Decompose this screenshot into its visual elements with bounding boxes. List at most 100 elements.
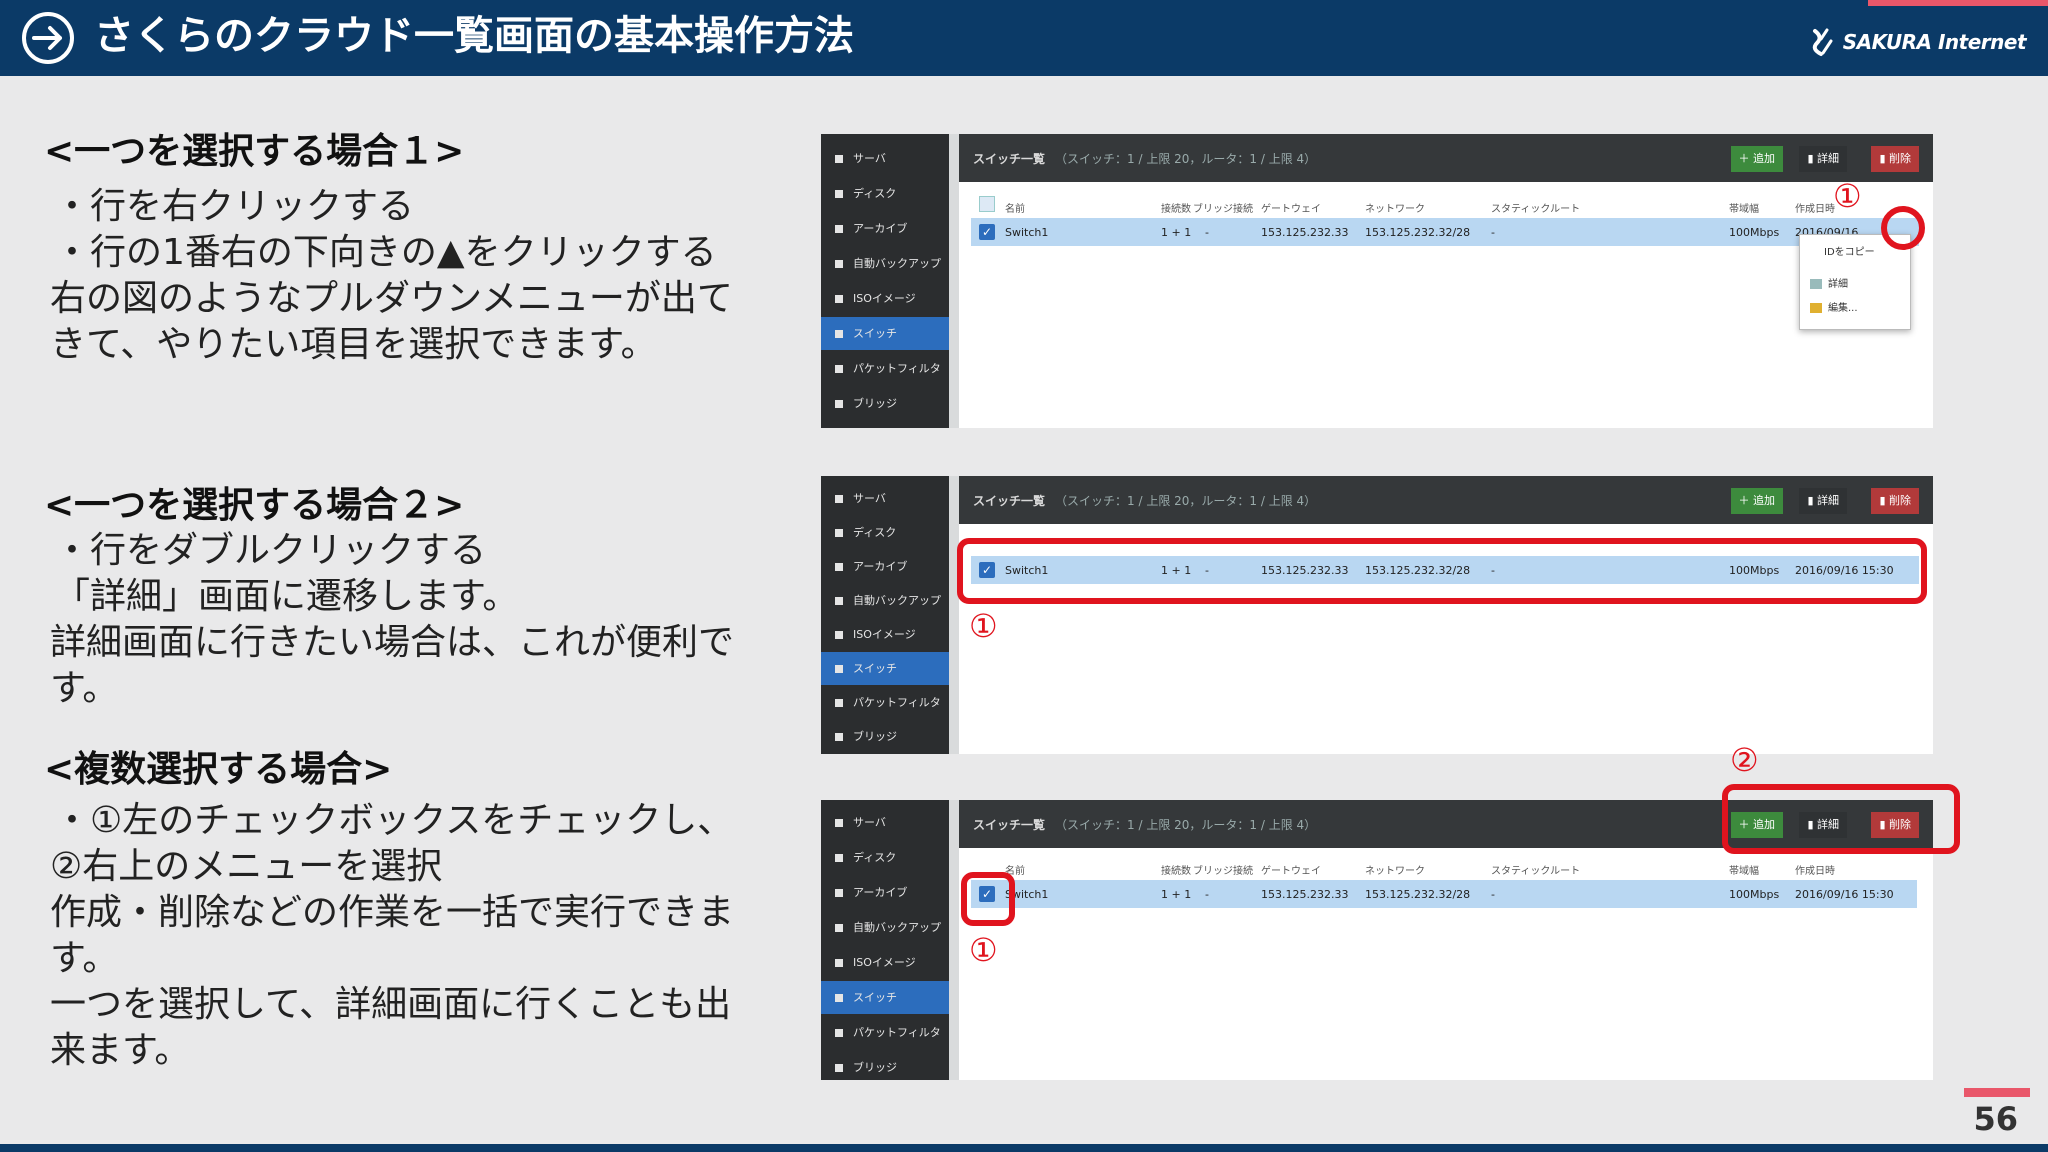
sidebar-item-packetfilter[interactable]: パケットフィルタ: [821, 352, 949, 385]
footer-bar: [0, 1144, 2048, 1152]
cell-bridge: -: [1205, 888, 1209, 901]
body-line: 「詳細」画面に遷移します。: [54, 576, 519, 617]
body-line: 一つを選択して、詳細画面に行くことも出: [50, 984, 732, 1025]
sidebar-item-archive[interactable]: アーカイブ: [821, 876, 949, 909]
section-heading-2: <一つを選択する場合２>: [44, 485, 465, 526]
cell-gateway: 153.125.232.33: [1261, 888, 1349, 901]
body-line: す。: [50, 938, 119, 979]
marker-1: ①: [969, 607, 998, 645]
cell-static-route: -: [1491, 226, 1495, 239]
body-line: ・行の1番右の下向きの▲をクリックする: [54, 232, 717, 273]
cell-network: 153.125.232.32/28: [1365, 226, 1471, 239]
page-number-accent: [1964, 1088, 2030, 1097]
sidebar-item-iso[interactable]: ISOイメージ: [821, 282, 949, 315]
body-line: ・①左のチェックボックスをチェックし、: [54, 800, 734, 841]
column-header-static-route[interactable]: スタティックルート: [1491, 200, 1580, 215]
sidebar-item-server[interactable]: サーバ: [821, 806, 949, 839]
sidebar-item-disk[interactable]: ディスク: [821, 516, 949, 549]
cell-connections: 1 + 1: [1161, 226, 1192, 239]
detail-icon: [1810, 279, 1822, 289]
detail-button[interactable]: ▮ 詳細: [1799, 488, 1847, 514]
column-header-bandwidth[interactable]: 帯域幅: [1729, 862, 1759, 877]
column-header-bridge[interactable]: ブリッジ接続: [1193, 200, 1253, 215]
highlight-menu-buttons: [1722, 784, 1960, 854]
delete-button[interactable]: ▮ 削除: [1871, 146, 1919, 172]
sidebar-divider: [949, 476, 959, 754]
cell-name: Switch1: [1005, 226, 1049, 239]
list-toolbar: スイッチ一覧 （スイッチ：1 / 上限 20，ルータ：1 / 上限 4） ＋ 追加…: [959, 134, 1933, 182]
menu-item-copy-id[interactable]: IDをコピー: [1824, 243, 1875, 258]
column-header-created[interactable]: 作成日時: [1795, 862, 1835, 877]
column-header-created[interactable]: 作成日時: [1795, 200, 1835, 215]
highlight-row: [957, 538, 1927, 604]
table-row[interactable]: ✓ Switch1 1 + 1 - 153.125.232.33 153.125…: [971, 218, 1919, 246]
sidebar-item-archive[interactable]: アーカイブ: [821, 212, 949, 245]
menu-item-edit[interactable]: 編集...: [1810, 299, 1858, 314]
column-header-gateway[interactable]: ゲートウェイ: [1261, 862, 1321, 877]
screenshot-context-menu: サーバ ディスク アーカイブ 自動バックアップ ISOイメージ スイッチ パケッ…: [821, 134, 1933, 428]
cell-bridge: -: [1205, 226, 1209, 239]
table-row[interactable]: ✓ Switch1 1 + 1 - 153.125.232.33 153.125…: [971, 880, 1917, 908]
add-button[interactable]: ＋ 追加: [1730, 146, 1783, 172]
cell-connections: 1 + 1: [1161, 888, 1192, 901]
screenshot-double-click: サーバ ディスク アーカイブ 自動バックアップ ISOイメージ スイッチ パケッ…: [821, 476, 1933, 754]
column-header-network[interactable]: ネットワーク: [1365, 200, 1425, 215]
column-header-name[interactable]: 名前: [1005, 200, 1025, 215]
marker-1: ①: [969, 931, 998, 969]
column-header-bandwidth[interactable]: 帯域幅: [1729, 200, 1759, 215]
highlight-dropdown-arrow: [1881, 206, 1925, 250]
sidebar-item-archive[interactable]: アーカイブ: [821, 550, 949, 583]
sidebar-item-packetfilter[interactable]: パケットフィルタ: [821, 1016, 949, 1049]
section-body-3: ・①左のチェックボックスをチェックし、 ②右上のメニューを選択 作成・削除などの…: [50, 798, 794, 1074]
cell-bandwidth: 100Mbps: [1729, 888, 1780, 901]
arrow-circle-icon: [22, 12, 74, 64]
body-line: きて、やりたい項目を選択できます。: [50, 324, 657, 365]
marker-2: ②: [1730, 741, 1759, 779]
body-line: 作成・削除などの作業を一括で実行できま: [50, 892, 735, 933]
delete-button[interactable]: ▮ 削除: [1871, 488, 1919, 514]
body-line: 右の図のようなプルダウンメニューが出て: [50, 278, 733, 319]
sidebar-divider: [949, 800, 959, 1080]
column-header-static-route[interactable]: スタティックルート: [1491, 862, 1580, 877]
sidebar-item-autobackup[interactable]: 自動バックアップ: [821, 584, 949, 617]
sidebar-item-server[interactable]: サーバ: [821, 482, 949, 515]
detail-button[interactable]: ▮ 詳細: [1799, 146, 1847, 172]
sidebar-item-iso[interactable]: ISOイメージ: [821, 946, 949, 979]
pencil-icon: [1810, 303, 1822, 313]
sidebar-item-packetfilter[interactable]: パケットフィルタ: [821, 686, 949, 719]
column-header-gateway[interactable]: ゲートウェイ: [1261, 200, 1321, 215]
sidebar-item-autobackup[interactable]: 自動バックアップ: [821, 247, 949, 280]
sidebar-item-bridge[interactable]: ブリッジ: [821, 387, 949, 420]
sidebar-item-bridge[interactable]: ブリッジ: [821, 1051, 949, 1080]
row-checkbox[interactable]: ✓: [979, 224, 995, 240]
body-line: 詳細画面に行きたい場合は、これが便利で: [50, 622, 735, 663]
sidebar-item-switch[interactable]: スイッチ: [821, 652, 949, 685]
select-all-checkbox[interactable]: [979, 196, 995, 212]
highlight-checkbox: [961, 872, 1015, 926]
body-line: ②右上のメニューを選択: [50, 846, 443, 887]
menu-item-detail[interactable]: 詳細: [1810, 275, 1848, 290]
cell-static-route: -: [1491, 888, 1495, 901]
list-title: スイッチ一覧 （スイッチ：1 / 上限 20，ルータ：1 / 上限 4）: [973, 152, 1317, 166]
sidebar-item-server[interactable]: サーバ: [821, 142, 949, 175]
sidebar: サーバ ディスク アーカイブ 自動バックアップ ISOイメージ スイッチ パケッ…: [821, 134, 949, 428]
sidebar-item-bridge[interactable]: ブリッジ: [821, 720, 949, 753]
brand-logo: SAKURA Internet: [1807, 24, 2027, 60]
sidebar-item-disk[interactable]: ディスク: [821, 177, 949, 210]
column-header-connections[interactable]: 接続数: [1161, 862, 1191, 877]
cell-created: 2016/09/16 15:30: [1795, 888, 1894, 901]
list-title: スイッチ一覧 （スイッチ：1 / 上限 20，ルータ：1 / 上限 4）: [973, 818, 1317, 832]
sidebar-item-disk[interactable]: ディスク: [821, 841, 949, 874]
sidebar-item-iso[interactable]: ISOイメージ: [821, 618, 949, 651]
sidebar-item-switch[interactable]: スイッチ: [821, 317, 949, 350]
body-line: ・行をダブルクリックする: [54, 530, 487, 571]
add-button[interactable]: ＋ 追加: [1730, 488, 1783, 514]
sidebar-item-autobackup[interactable]: 自動バックアップ: [821, 911, 949, 944]
sidebar-divider: [949, 134, 959, 428]
page-title: さくらのクラウド一覧画面の基本操作方法: [94, 13, 854, 59]
column-header-bridge[interactable]: ブリッジ接続: [1193, 862, 1253, 877]
column-header-network[interactable]: ネットワーク: [1365, 862, 1425, 877]
sidebar-item-switch[interactable]: スイッチ: [821, 981, 949, 1014]
marker-1: ①: [1833, 177, 1862, 215]
column-header-connections[interactable]: 接続数: [1161, 200, 1191, 215]
